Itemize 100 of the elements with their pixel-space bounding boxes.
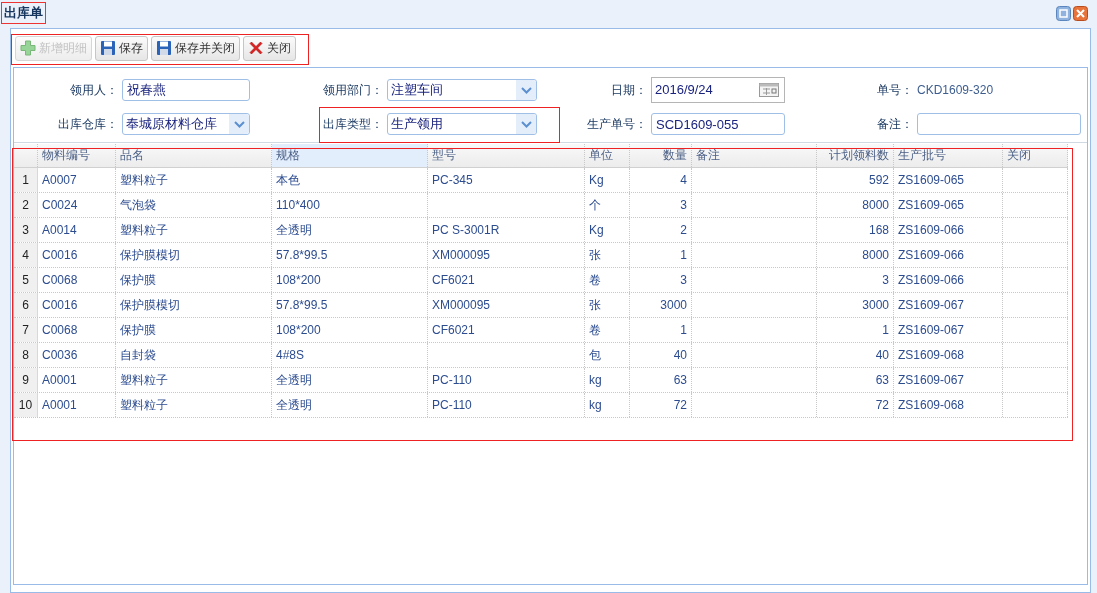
table-cell: 3 <box>680 273 687 287</box>
field-label: 备注： <box>876 116 913 133</box>
table-cell: 3 <box>680 198 687 212</box>
table-cell: 8000 <box>862 198 889 212</box>
column-header[interactable]: 生产批号 <box>894 144 1003 167</box>
field-label: 单号： <box>876 82 913 99</box>
column-header[interactable]: 规格 <box>272 144 428 167</box>
text-field[interactable]: SCD1609-055 <box>651 113 785 135</box>
table-cell: 卷 <box>589 273 601 287</box>
table-cell: C0024 <box>42 198 78 212</box>
table-cell: ZS1609-065 <box>898 198 965 212</box>
table-cell: A0001 <box>42 373 77 387</box>
table-cell: 1 <box>680 248 687 262</box>
table-cell: C0068 <box>42 323 78 337</box>
column-header[interactable]: 备注 <box>692 144 817 167</box>
table-cell: 保护膜 <box>120 273 156 287</box>
table-cell: 卷 <box>589 323 601 337</box>
table-cell: PC-110 <box>432 398 472 412</box>
table-cell: 塑料粒子 <box>120 373 168 387</box>
date-field[interactable]: 2016/9/24 <box>651 77 785 103</box>
table-cell: 40 <box>673 348 687 362</box>
close-icon <box>248 40 264 56</box>
row-number: 3 <box>14 218 38 242</box>
dropdown[interactable]: 奉城原材料仓库 <box>122 113 250 135</box>
table-cell: ZS1609-067 <box>898 298 965 312</box>
table-cell: PC S-3001R <box>432 223 500 237</box>
table-cell: XM000095 <box>432 248 491 262</box>
chevron-down-icon <box>520 120 532 128</box>
table-cell: kg <box>589 398 602 412</box>
window-title: 出库单 <box>1 2 46 24</box>
table-cell: Kg <box>589 173 604 187</box>
table-cell: 1 <box>680 323 687 337</box>
table-cell: 自封袋 <box>120 348 156 362</box>
dropdown[interactable]: 注塑车间 <box>387 79 537 101</box>
text-field[interactable]: 祝春燕 <box>122 79 250 101</box>
row-number: 2 <box>14 193 38 217</box>
row-number: 1 <box>14 168 38 192</box>
table-cell: C0016 <box>42 298 78 312</box>
toolbar-button[interactable]: 保存并关闭 <box>151 35 240 61</box>
column-header[interactable]: 关闭 <box>1003 144 1068 167</box>
table-cell: 63 <box>875 373 889 387</box>
column-header[interactable]: 物料编号 <box>38 144 116 167</box>
table-cell: 全透明 <box>276 373 312 387</box>
row-number: 9 <box>14 368 38 392</box>
table-cell: ZS1609-067 <box>898 373 965 387</box>
table-cell: CF6021 <box>432 273 475 287</box>
field-label: 出库类型： <box>322 116 383 133</box>
table-cell: C0036 <box>42 348 78 362</box>
restore-icon[interactable] <box>1056 5 1071 21</box>
table-cell: 保护膜模切 <box>120 248 180 262</box>
table-cell: 72 <box>673 398 687 412</box>
row-number: 6 <box>14 293 38 317</box>
table-cell: 气泡袋 <box>120 198 156 212</box>
toolbar-button[interactable]: 保存 <box>95 35 148 61</box>
calendar-icon[interactable] <box>759 83 779 97</box>
table-cell: 3 <box>882 273 889 287</box>
table-cell: CF6021 <box>432 323 475 337</box>
table-cell: ZS1609-068 <box>898 348 965 362</box>
row-number: 8 <box>14 343 38 367</box>
column-header[interactable]: 数量 <box>630 144 692 167</box>
field-label: 领用部门： <box>322 82 383 99</box>
table-cell: 全透明 <box>276 398 312 412</box>
field-label: 生产单号： <box>586 116 647 133</box>
table-cell: 3000 <box>862 298 889 312</box>
dropdown[interactable]: 生产领用 <box>387 113 537 135</box>
close-icon[interactable] <box>1073 5 1088 21</box>
table-cell: 2 <box>680 223 687 237</box>
table-cell: 本色 <box>276 173 300 187</box>
table-cell: 57.8*99.5 <box>276 248 328 262</box>
table-cell: XM000095 <box>432 298 491 312</box>
column-header[interactable]: 计划领料数 <box>817 144 894 167</box>
chevron-down-icon <box>233 120 245 128</box>
table-cell: A0007 <box>42 173 77 187</box>
column-header[interactable]: 单位 <box>585 144 630 167</box>
toolbar-button[interactable]: 关闭 <box>243 35 296 61</box>
table-cell: 110*400 <box>276 198 320 212</box>
table-cell: PC-345 <box>432 173 473 187</box>
table-cell: 保护膜模切 <box>120 298 180 312</box>
field-label: 日期： <box>610 82 647 99</box>
table-cell: 1 <box>882 323 889 337</box>
column-header[interactable]: 型号 <box>428 144 585 167</box>
table-cell: 包 <box>589 348 601 362</box>
table-cell: ZS1609-067 <box>898 323 965 337</box>
table-cell: PC-110 <box>432 373 472 387</box>
table-cell: 168 <box>868 223 889 237</box>
table-cell: 4#8S <box>276 348 305 362</box>
table-cell: Kg <box>589 223 604 237</box>
table-cell: 63 <box>673 373 687 387</box>
table-cell: 塑料粒子 <box>120 173 168 187</box>
order-number: CKD1609-320 <box>917 82 994 99</box>
plus-icon <box>20 40 36 56</box>
table-cell: ZS1609-065 <box>898 173 965 187</box>
table-cell: 塑料粒子 <box>120 223 168 237</box>
table-cell: 全透明 <box>276 223 312 237</box>
table-cell: 40 <box>875 348 889 362</box>
table-cell: kg <box>589 373 602 387</box>
row-number: 4 <box>14 243 38 267</box>
field-label: 出库仓库： <box>57 116 118 133</box>
table-cell: 72 <box>875 398 889 412</box>
text-field[interactable] <box>917 113 1081 135</box>
